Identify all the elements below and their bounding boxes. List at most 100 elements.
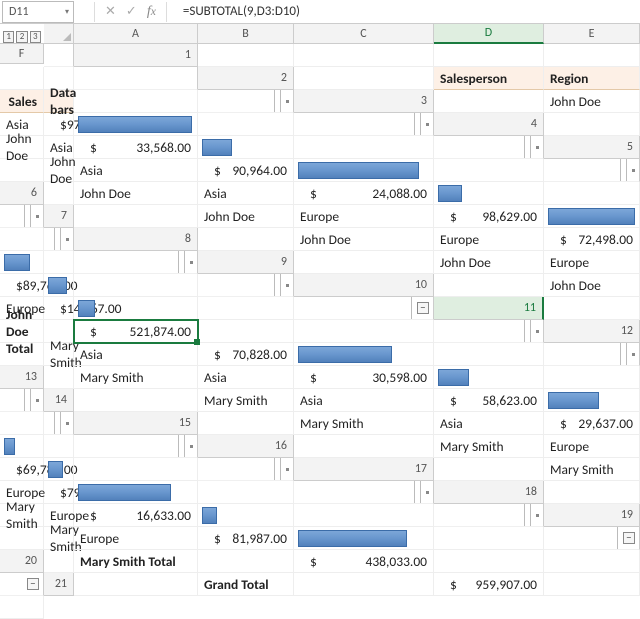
row-header-14[interactable]: 14 bbox=[44, 389, 74, 412]
outline-level-3[interactable]: 3 bbox=[30, 31, 41, 43]
cell[interactable] bbox=[434, 550, 544, 573]
cell-region[interactable]: Asia bbox=[198, 182, 294, 205]
data-bar-cell[interactable] bbox=[544, 389, 640, 412]
row-header-20[interactable]: 20 bbox=[0, 550, 44, 573]
cell-salesperson[interactable]: John Doe bbox=[294, 228, 434, 251]
col-header-C[interactable]: C bbox=[294, 24, 434, 44]
cell-sales[interactable]: $33,568.00 bbox=[74, 136, 198, 159]
fx-icon[interactable]: fx bbox=[147, 4, 156, 20]
data-bar-cell[interactable] bbox=[44, 274, 74, 297]
cell-region[interactable]: Europe bbox=[434, 228, 544, 251]
row-header-17[interactable]: 17 bbox=[294, 458, 434, 481]
cell-sales[interactable]: $29,637.00 bbox=[544, 412, 640, 435]
cell[interactable] bbox=[544, 113, 640, 136]
cell[interactable] bbox=[44, 550, 74, 573]
cell-sales[interactable]: $90,964.00 bbox=[198, 159, 294, 182]
data-bar-cell[interactable] bbox=[74, 113, 198, 136]
cell-salesperson[interactable]: John Doe bbox=[544, 90, 640, 113]
row-header-12[interactable]: 12 bbox=[544, 320, 640, 343]
row-header-1[interactable]: 1 bbox=[74, 44, 198, 67]
subtotal-label[interactable]: Mary Smith Total bbox=[74, 550, 198, 573]
header-region[interactable]: Region bbox=[544, 67, 640, 90]
cell-sales[interactable]: $69,788.00 bbox=[0, 458, 44, 481]
cell[interactable] bbox=[0, 159, 44, 182]
col-header-B[interactable]: B bbox=[198, 24, 294, 44]
cell[interactable] bbox=[434, 343, 544, 366]
cell[interactable] bbox=[198, 550, 294, 573]
cell-region[interactable]: Asia bbox=[434, 412, 544, 435]
cell-salesperson[interactable]: John Doe bbox=[0, 136, 44, 159]
row-header-8[interactable]: 8 bbox=[74, 228, 198, 251]
cell-region[interactable]: Europe bbox=[74, 527, 198, 550]
cell[interactable] bbox=[74, 274, 198, 297]
cell[interactable] bbox=[74, 90, 198, 113]
cell-salesperson[interactable]: John Doe bbox=[74, 182, 198, 205]
data-bar-cell[interactable] bbox=[434, 366, 544, 389]
cell-region[interactable]: Asia bbox=[74, 343, 198, 366]
subtotal-label[interactable]: John Doe Total bbox=[0, 320, 44, 343]
spreadsheet-grid[interactable]: 123ABCDEF12SalespersonRegionSalesData ba… bbox=[0, 24, 640, 619]
cell-salesperson[interactable]: Mary Smith bbox=[44, 527, 74, 550]
collapse-icon[interactable]: − bbox=[623, 532, 635, 544]
cell-sales[interactable]: $72,498.00 bbox=[544, 228, 640, 251]
cell[interactable] bbox=[198, 481, 294, 504]
cell[interactable] bbox=[44, 366, 74, 389]
cell[interactable] bbox=[544, 366, 640, 389]
data-bar-cell[interactable] bbox=[294, 527, 434, 550]
cell-region[interactable]: Asia bbox=[294, 389, 434, 412]
cell[interactable] bbox=[198, 228, 294, 251]
cancel-icon[interactable]: ✕ bbox=[105, 4, 116, 19]
cell[interactable] bbox=[434, 458, 544, 481]
name-box[interactable]: D11 ▾ bbox=[2, 1, 74, 23]
data-bar-cell[interactable] bbox=[198, 136, 294, 159]
cell[interactable] bbox=[544, 481, 640, 504]
collapse-icon[interactable]: − bbox=[27, 578, 39, 590]
cell[interactable] bbox=[44, 251, 74, 274]
cell[interactable] bbox=[198, 113, 294, 136]
cell-sales[interactable]: $89,764.00 bbox=[0, 274, 44, 297]
cell-sales[interactable]: $16,633.00 bbox=[74, 504, 198, 527]
cell-salesperson[interactable]: John Doe bbox=[198, 205, 294, 228]
row-header-5[interactable]: 5 bbox=[544, 136, 640, 159]
data-bar-cell[interactable] bbox=[74, 297, 198, 320]
chevron-down-icon[interactable]: ▾ bbox=[65, 7, 69, 17]
formula-input[interactable]: =SUBTOTAL(9,D3:D10) bbox=[183, 4, 300, 19]
cell-salesperson[interactable]: John Doe bbox=[44, 159, 74, 182]
cell[interactable] bbox=[198, 412, 294, 435]
cell[interactable] bbox=[294, 136, 434, 159]
cell[interactable] bbox=[0, 228, 44, 251]
data-bar-cell[interactable] bbox=[0, 435, 44, 458]
data-bar-cell[interactable] bbox=[0, 251, 44, 274]
cell[interactable] bbox=[434, 527, 544, 550]
cell[interactable] bbox=[0, 343, 44, 366]
cell[interactable] bbox=[544, 573, 640, 596]
cell[interactable] bbox=[434, 90, 544, 113]
cell-sales[interactable]: $30,598.00 bbox=[294, 366, 434, 389]
row-header-3[interactable]: 3 bbox=[294, 90, 434, 113]
cell-region[interactable]: Asia bbox=[74, 159, 198, 182]
header-sales[interactable]: Sales bbox=[0, 90, 44, 113]
row-header-15[interactable]: 15 bbox=[74, 412, 198, 435]
row-header-13[interactable]: 13 bbox=[0, 366, 44, 389]
cell[interactable] bbox=[0, 596, 44, 619]
cell[interactable] bbox=[544, 44, 640, 67]
cell[interactable] bbox=[294, 251, 434, 274]
cell-region[interactable]: Europe bbox=[294, 205, 434, 228]
data-bar-cell[interactable] bbox=[44, 458, 74, 481]
data-bar-cell[interactable] bbox=[294, 343, 434, 366]
cell-salesperson[interactable]: Mary Smith bbox=[294, 412, 434, 435]
cell[interactable] bbox=[198, 320, 294, 343]
cell[interactable] bbox=[74, 573, 198, 596]
row-header-6[interactable]: 6 bbox=[0, 182, 44, 205]
cell[interactable] bbox=[544, 297, 640, 320]
cell[interactable] bbox=[294, 44, 434, 67]
row-header-11[interactable]: 11 bbox=[434, 297, 544, 320]
row-header-10[interactable]: 10 bbox=[294, 274, 434, 297]
row-header-9[interactable]: 9 bbox=[198, 251, 294, 274]
cell-sales[interactable]: $24,088.00 bbox=[294, 182, 434, 205]
cell[interactable] bbox=[434, 274, 544, 297]
col-header-F[interactable]: F bbox=[0, 44, 44, 64]
row-header-7[interactable]: 7 bbox=[44, 205, 74, 228]
row-header-16[interactable]: 16 bbox=[198, 435, 294, 458]
cell[interactable] bbox=[294, 573, 434, 596]
